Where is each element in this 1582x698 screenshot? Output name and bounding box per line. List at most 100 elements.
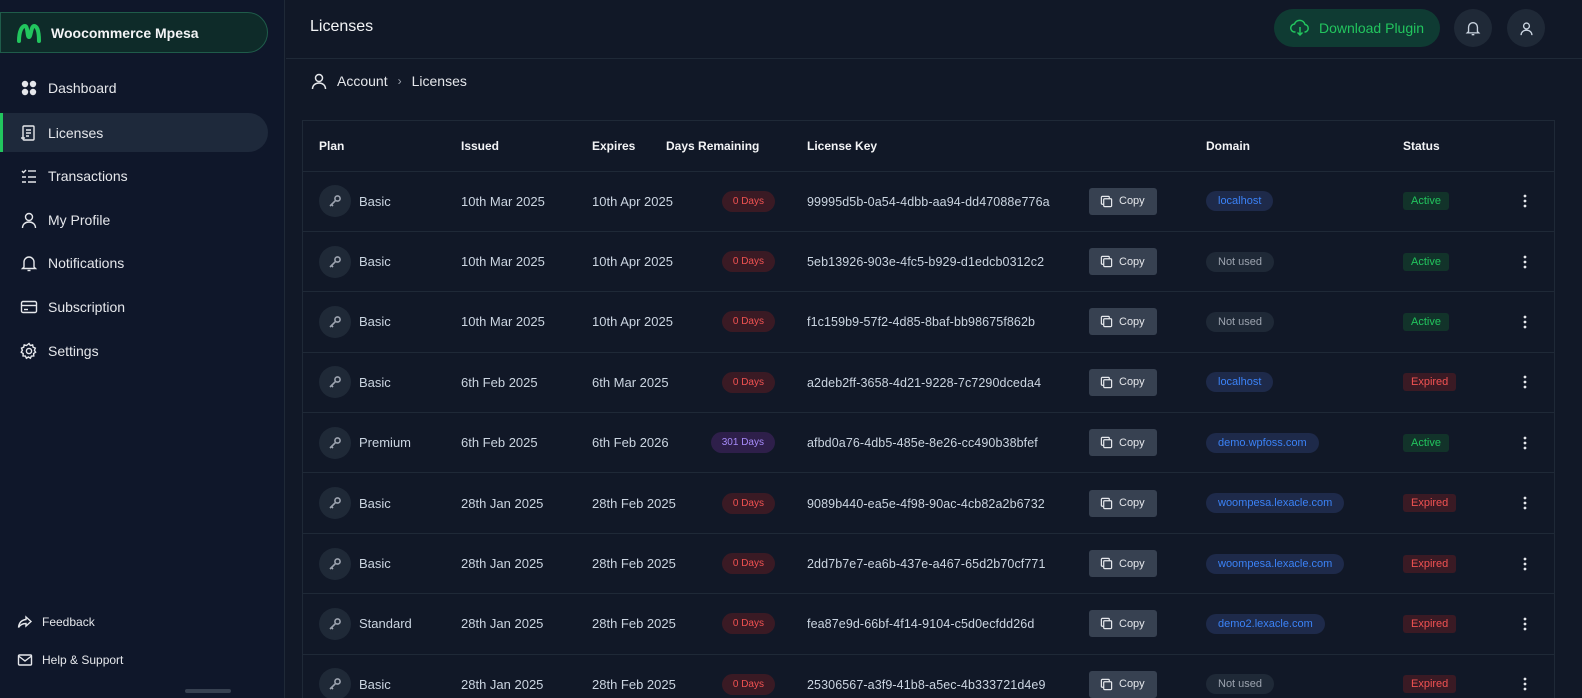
plan-name: Basic — [359, 193, 391, 209]
copy-button[interactable]: Copy — [1089, 550, 1157, 578]
copy-button[interactable]: Copy — [1089, 670, 1157, 698]
more-options-icon[interactable] — [1494, 255, 1554, 269]
download-plugin-button[interactable]: Download Plugin — [1274, 9, 1440, 47]
domain-badge: Not used — [1206, 311, 1275, 332]
copy-button[interactable]: Copy — [1089, 429, 1157, 457]
breadcrumb-account[interactable]: Account — [337, 73, 388, 89]
table-row: Basic 28th Jan 2025 28th Feb 2025 0 Days 908… — [303, 472, 1554, 534]
copy-button[interactable]: Copy — [1089, 308, 1157, 336]
copy-button[interactable]: Copy — [1089, 187, 1157, 215]
key-icon — [319, 185, 351, 218]
domain-cell: Not used — [1190, 654, 1387, 698]
license-key: 25306567-a3f9-41b8-a5ec-4b333721d4e9 — [807, 677, 1046, 692]
column-header-license-key: License Key — [791, 121, 1089, 172]
table-row: Basic 28th Jan 2025 28th Feb 2025 0 Days 2dd… — [303, 533, 1554, 595]
actions-cell — [1494, 291, 1554, 353]
license-key-cell: 25306567-a3f9-41b8-a5ec-4b333721d4e9 — [791, 654, 1089, 698]
more-options-icon[interactable] — [1494, 315, 1554, 329]
more-options-icon[interactable] — [1494, 677, 1554, 691]
plan-cell: Basic — [303, 291, 445, 353]
more-options-icon[interactable] — [1494, 194, 1554, 208]
issued-date: 28th Jan 2025 — [445, 533, 576, 595]
copy-cell: Copy — [1089, 231, 1190, 293]
more-options-icon[interactable] — [1494, 557, 1554, 571]
copy-icon — [1100, 376, 1113, 389]
plan-cell: Basic — [303, 171, 445, 232]
domain-cell: demo2.lexacle.com — [1190, 593, 1387, 655]
actions-cell — [1494, 533, 1554, 595]
copy-icon — [1100, 315, 1113, 328]
sidebar-item-label: Notifications — [48, 254, 125, 271]
domain-cell: demo.wpfoss.com — [1190, 412, 1387, 474]
actions-cell — [1494, 654, 1554, 698]
copy-cell: Copy — [1089, 171, 1190, 232]
sidebar-item-notifications[interactable]: Notifications — [0, 243, 268, 282]
domain-badge: woompesa.lexacle.com — [1206, 493, 1345, 514]
sidebar-item-subscription[interactable]: Subscription — [0, 287, 268, 326]
domain-cell: woompesa.lexacle.com — [1190, 533, 1387, 595]
copy-button[interactable]: Copy — [1089, 248, 1157, 276]
key-icon — [319, 366, 351, 399]
actions-cell — [1494, 352, 1554, 414]
license-key-cell: fea87e9d-66bf-4f14-9104-c5d0ecfdd26d — [791, 593, 1089, 655]
expires-date: 10th Apr 2025 — [576, 231, 673, 293]
help-support-link[interactable]: Help & Support — [17, 652, 123, 668]
actions-cell — [1494, 231, 1554, 293]
column-header-domain: Domain — [1190, 121, 1387, 172]
license-key-cell: 5eb13926-903e-4fc5-b929-d1edcb0312c2 — [791, 231, 1089, 293]
sidebar-item-label: Settings — [48, 342, 99, 359]
license-key: afbd0a76-4db5-485e-8e26-cc490b38bfef — [807, 436, 1038, 451]
plan-name: Basic — [359, 254, 391, 270]
days-remaining-badge: 0 Days — [721, 251, 775, 273]
status-cell: Expired — [1387, 533, 1494, 595]
copy-cell: Copy — [1089, 352, 1190, 414]
copy-button[interactable]: Copy — [1089, 368, 1157, 396]
days-remaining-cell: 0 Days — [663, 352, 791, 414]
key-icon — [319, 305, 351, 338]
license-key: 2dd7b7e7-ea6b-437e-a467-65d2b70cf771 — [807, 557, 1046, 572]
license-key: fea87e9d-66bf-4f14-9104-c5d0ecfdd26d — [807, 617, 1035, 632]
more-options-icon[interactable] — [1494, 436, 1554, 450]
actions-cell — [1494, 171, 1554, 232]
copy-label: Copy — [1119, 376, 1145, 389]
table-row: Standard 28th Jan 2025 28th Feb 2025 0 Days… — [303, 593, 1554, 655]
license-key: 5eb13926-903e-4fc5-b929-d1edcb0312c2 — [807, 255, 1045, 270]
issued-date: 10th Mar 2025 — [445, 291, 576, 353]
mail-icon — [17, 652, 33, 668]
sidebar-item-licenses[interactable]: Licenses — [0, 113, 268, 152]
feedback-label: Feedback — [42, 615, 95, 629]
status-cell: Active — [1387, 412, 1494, 474]
copy-icon — [1100, 195, 1113, 208]
sidebar-item-my-profile[interactable]: My Profile — [0, 200, 268, 239]
copy-button[interactable]: Copy — [1089, 610, 1157, 638]
license-key-cell: 2dd7b7e7-ea6b-437e-a467-65d2b70cf771 — [791, 533, 1089, 595]
expires-date: 28th Feb 2025 — [576, 593, 676, 655]
domain-badge: Not used — [1206, 674, 1275, 695]
plan-name: Basic — [359, 495, 391, 511]
more-options-icon[interactable] — [1494, 617, 1554, 631]
sidebar-item-settings[interactable]: Settings — [0, 331, 268, 370]
copy-cell: Copy — [1089, 291, 1190, 353]
actions-cell — [1494, 593, 1554, 655]
domain-cell: localhost — [1190, 171, 1387, 232]
column-header-days-remaining: Days Remaining — [663, 121, 791, 172]
sidebar-scrollbar[interactable] — [185, 689, 231, 693]
domain-badge: Not used — [1206, 251, 1275, 272]
topbar: Licenses Download Plugin — [286, 0, 1582, 59]
notifications-button[interactable] — [1454, 9, 1492, 47]
domain-cell: Not used — [1190, 231, 1387, 293]
share-icon — [17, 614, 33, 630]
plan-name: Basic — [359, 676, 391, 692]
brand[interactable]: Woocommerce Mpesa — [0, 12, 268, 53]
copy-button[interactable]: Copy — [1089, 489, 1157, 517]
feedback-link[interactable]: Feedback — [17, 614, 95, 630]
status-cell: Expired — [1387, 593, 1494, 655]
user-menu-button[interactable] — [1507, 9, 1545, 47]
sidebar-item-transactions[interactable]: Transactions — [0, 156, 268, 195]
more-options-icon[interactable] — [1494, 496, 1554, 510]
expires-date: 28th Feb 2025 — [576, 472, 676, 534]
key-icon — [319, 607, 351, 640]
sidebar-item-dashboard[interactable]: Dashboard — [0, 68, 268, 107]
more-options-icon[interactable] — [1494, 375, 1554, 389]
status-badge: Active — [1403, 433, 1449, 452]
